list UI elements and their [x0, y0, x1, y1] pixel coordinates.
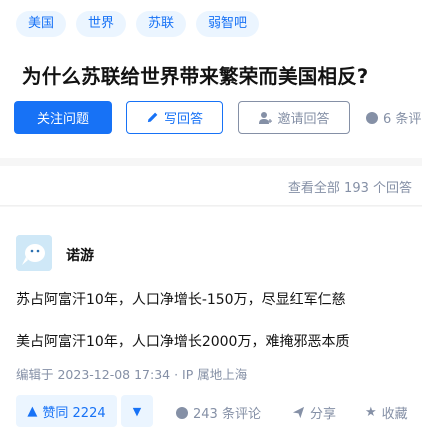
question-title: 为什么苏联给世界带来繁荣而美国相反?: [22, 65, 369, 88]
topic-tag[interactable]: 苏联: [136, 11, 187, 37]
topic-tag[interactable]: 世界: [76, 11, 127, 37]
avatar-image: [16, 235, 52, 271]
comments-button[interactable]: 243 条评论: [176, 403, 261, 422]
invite-label: 邀请回答: [277, 112, 330, 127]
comment-bubble-icon: [366, 111, 378, 124]
upvote-label: 赞同 2224: [42, 405, 106, 421]
favorite-button[interactable]: ★ 收藏: [365, 403, 408, 422]
view-all-answers-link[interactable]: 查看全部 193 个回答: [288, 177, 412, 196]
write-label: 写回答: [163, 112, 203, 127]
downvote-button[interactable]: ▼: [121, 395, 153, 427]
question-comments[interactable]: 6 条评: [366, 108, 421, 127]
topic-tag[interactable]: 美国: [16, 11, 67, 37]
follow-label: 关注问题: [36, 112, 89, 127]
answer-card: 诺游 苏占阿富汗10年，人口净增长-150万，尽显红军仁慈 美占阿富汗10年，人…: [0, 207, 422, 435]
edit-meta: 编辑于 2023-12-08 17:34 · IP 属地上海: [16, 367, 248, 382]
answer-paragraph: 苏占阿富汗10年，人口净增长-150万，尽显红军仁慈: [16, 292, 346, 308]
comment-count-label: 6 条评: [383, 112, 422, 127]
upvote-button[interactable]: ▲ 赞同 2224: [16, 395, 117, 427]
write-answer-button[interactable]: 写回答: [126, 101, 223, 134]
topic-tag[interactable]: 弱智吧: [196, 11, 260, 37]
share-icon: [292, 406, 305, 419]
comment-bubble-icon: [176, 406, 188, 419]
topic-tags: 美国 世界 苏联 弱智吧: [16, 11, 260, 37]
answer-paragraph: 美占阿富汗10年，人口净增长2000万，难掩邪恶本质: [16, 334, 350, 350]
author-name[interactable]: 诺游: [66, 245, 94, 265]
triangle-down-icon: ▼: [132, 404, 142, 418]
question-card: 美国 世界 苏联 弱智吧 为什么苏联给世界带来繁荣而美国相反? 关注问题 写回答…: [0, 0, 422, 158]
comments-label: 243 条评论: [193, 407, 261, 422]
triangle-up-icon: ▲: [27, 403, 38, 419]
follow-question-button[interactable]: 关注问题: [14, 101, 112, 134]
star-icon: ★: [365, 405, 377, 420]
pencil-icon: [147, 112, 158, 123]
person-add-icon: [259, 111, 273, 124]
favorite-label: 收藏: [381, 407, 408, 422]
share-label: 分享: [310, 407, 337, 422]
invite-answer-button[interactable]: 邀请回答: [238, 101, 350, 134]
view-all-bar: 查看全部 193 个回答: [0, 166, 422, 206]
share-button[interactable]: 分享: [292, 403, 336, 422]
avatar[interactable]: [16, 235, 52, 271]
